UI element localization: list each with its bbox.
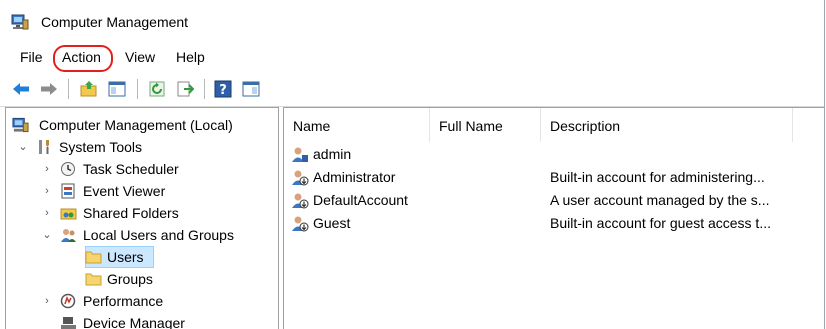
column-header-full-name[interactable]: Full Name bbox=[430, 108, 541, 142]
tree-item-task-scheduler[interactable]: › Task Scheduler bbox=[6, 158, 276, 180]
tree-item-label: Local Users and Groups bbox=[83, 227, 234, 243]
chevron-right-icon[interactable]: › bbox=[42, 180, 52, 202]
tree-item-performance[interactable]: › Performance bbox=[6, 290, 276, 312]
clock-icon bbox=[61, 162, 75, 176]
tree-item-local-users-and-groups[interactable]: ⌄ Local Users and Groups bbox=[6, 224, 276, 246]
tree-item-shared-folders[interactable]: › Shared Folders bbox=[6, 202, 276, 224]
tree-item-label: Computer Management (Local) bbox=[39, 117, 233, 133]
up-folder-icon[interactable] bbox=[80, 80, 98, 98]
tree-item-label: Event Viewer bbox=[83, 183, 166, 199]
user-description: A user account managed by the s... bbox=[550, 192, 770, 208]
tree-item-label: Users bbox=[107, 249, 144, 265]
chevron-down-icon[interactable]: ⌄ bbox=[18, 136, 28, 158]
help-icon[interactable]: ? bbox=[214, 80, 232, 98]
toolbar-separator bbox=[204, 79, 205, 99]
disabled-user-icon bbox=[292, 193, 309, 209]
event-viewer-icon bbox=[61, 183, 75, 199]
column-header-name[interactable]: Name bbox=[284, 108, 430, 142]
users-list-view: Name Full Name Description admin Adminis… bbox=[283, 107, 824, 329]
performance-icon bbox=[60, 293, 76, 309]
disabled-user-icon bbox=[292, 170, 309, 186]
tools-icon bbox=[39, 140, 49, 154]
show-hide-action-pane-icon[interactable] bbox=[242, 80, 260, 98]
toolbar: ? bbox=[0, 72, 824, 107]
folder-icon bbox=[85, 251, 102, 264]
refresh-icon[interactable] bbox=[148, 80, 166, 98]
tree-item-label: Task Scheduler bbox=[83, 161, 179, 177]
list-item[interactable]: Administrator Built-in account for admin… bbox=[284, 166, 824, 188]
toolbar-separator bbox=[137, 79, 138, 99]
show-hide-tree-icon[interactable] bbox=[108, 80, 126, 98]
users-group-icon bbox=[61, 229, 76, 242]
user-name: DefaultAccount bbox=[313, 192, 408, 208]
tree-item-system-tools[interactable]: ⌄ System Tools bbox=[6, 136, 276, 158]
back-arrow-icon[interactable] bbox=[12, 80, 30, 98]
user-name: admin bbox=[313, 146, 352, 162]
window-title: Computer Management bbox=[41, 14, 189, 30]
forward-arrow-icon[interactable] bbox=[40, 80, 58, 98]
column-header-label: Full Name bbox=[439, 118, 503, 134]
tree-item-label: Groups bbox=[107, 271, 153, 287]
list-item[interactable]: DefaultAccount A user account managed by… bbox=[284, 189, 824, 211]
list-item[interactable]: admin bbox=[284, 143, 824, 165]
tree-item-label: Performance bbox=[83, 293, 164, 309]
column-header-label: Description bbox=[550, 118, 621, 134]
tree-item-groups[interactable]: Groups bbox=[6, 268, 276, 290]
user-icon bbox=[292, 147, 308, 162]
tree-item-device-manager[interactable]: Device Manager bbox=[6, 312, 276, 329]
svg-text:?: ? bbox=[219, 83, 227, 98]
menu-file[interactable]: File bbox=[20, 48, 43, 66]
tree-item-label: Device Manager bbox=[83, 315, 185, 329]
menu-help[interactable]: Help bbox=[176, 48, 205, 66]
disabled-user-icon bbox=[292, 216, 309, 232]
chevron-right-icon[interactable]: › bbox=[42, 202, 52, 224]
device-manager-icon bbox=[61, 317, 76, 329]
user-name: Administrator bbox=[313, 169, 396, 185]
computer-management-window: Computer Management File Action View Hel… bbox=[0, 0, 825, 329]
tree-item-users[interactable]: Users bbox=[6, 246, 276, 268]
tree-item-event-viewer[interactable]: › Event Viewer bbox=[6, 180, 276, 202]
action-menu-highlight-ring bbox=[53, 45, 113, 72]
chevron-right-icon[interactable]: › bbox=[42, 158, 52, 180]
folder-icon bbox=[85, 273, 102, 286]
computer-management-icon bbox=[11, 14, 29, 30]
main-panes: Computer Management (Local) ⌄ System Too… bbox=[0, 107, 824, 329]
computer-management-icon bbox=[12, 117, 29, 133]
chevron-down-icon[interactable]: ⌄ bbox=[42, 224, 52, 246]
tree-item-label: System Tools bbox=[59, 139, 142, 155]
toolbar-separator bbox=[68, 79, 69, 99]
export-list-icon[interactable] bbox=[176, 80, 194, 98]
tree-item-computer-management[interactable]: Computer Management (Local) bbox=[6, 114, 276, 136]
title-bar[interactable]: Computer Management bbox=[0, 0, 824, 40]
column-header-description[interactable]: Description bbox=[541, 108, 793, 142]
shared-folder-icon bbox=[60, 208, 77, 220]
user-description: Built-in account for administering... bbox=[550, 169, 765, 185]
chevron-right-icon[interactable]: › bbox=[42, 290, 52, 312]
menu-view[interactable]: View bbox=[125, 48, 155, 66]
tree-item-label: Shared Folders bbox=[83, 205, 179, 221]
menu-bar: File Action View Help bbox=[0, 40, 824, 70]
user-name: Guest bbox=[313, 215, 351, 231]
list-item[interactable]: Guest Built-in account for guest access … bbox=[284, 212, 824, 234]
user-description: Built-in account for guest access t... bbox=[550, 215, 771, 231]
column-header-label: Name bbox=[293, 118, 331, 134]
console-tree: Computer Management (Local) ⌄ System Too… bbox=[5, 107, 279, 329]
